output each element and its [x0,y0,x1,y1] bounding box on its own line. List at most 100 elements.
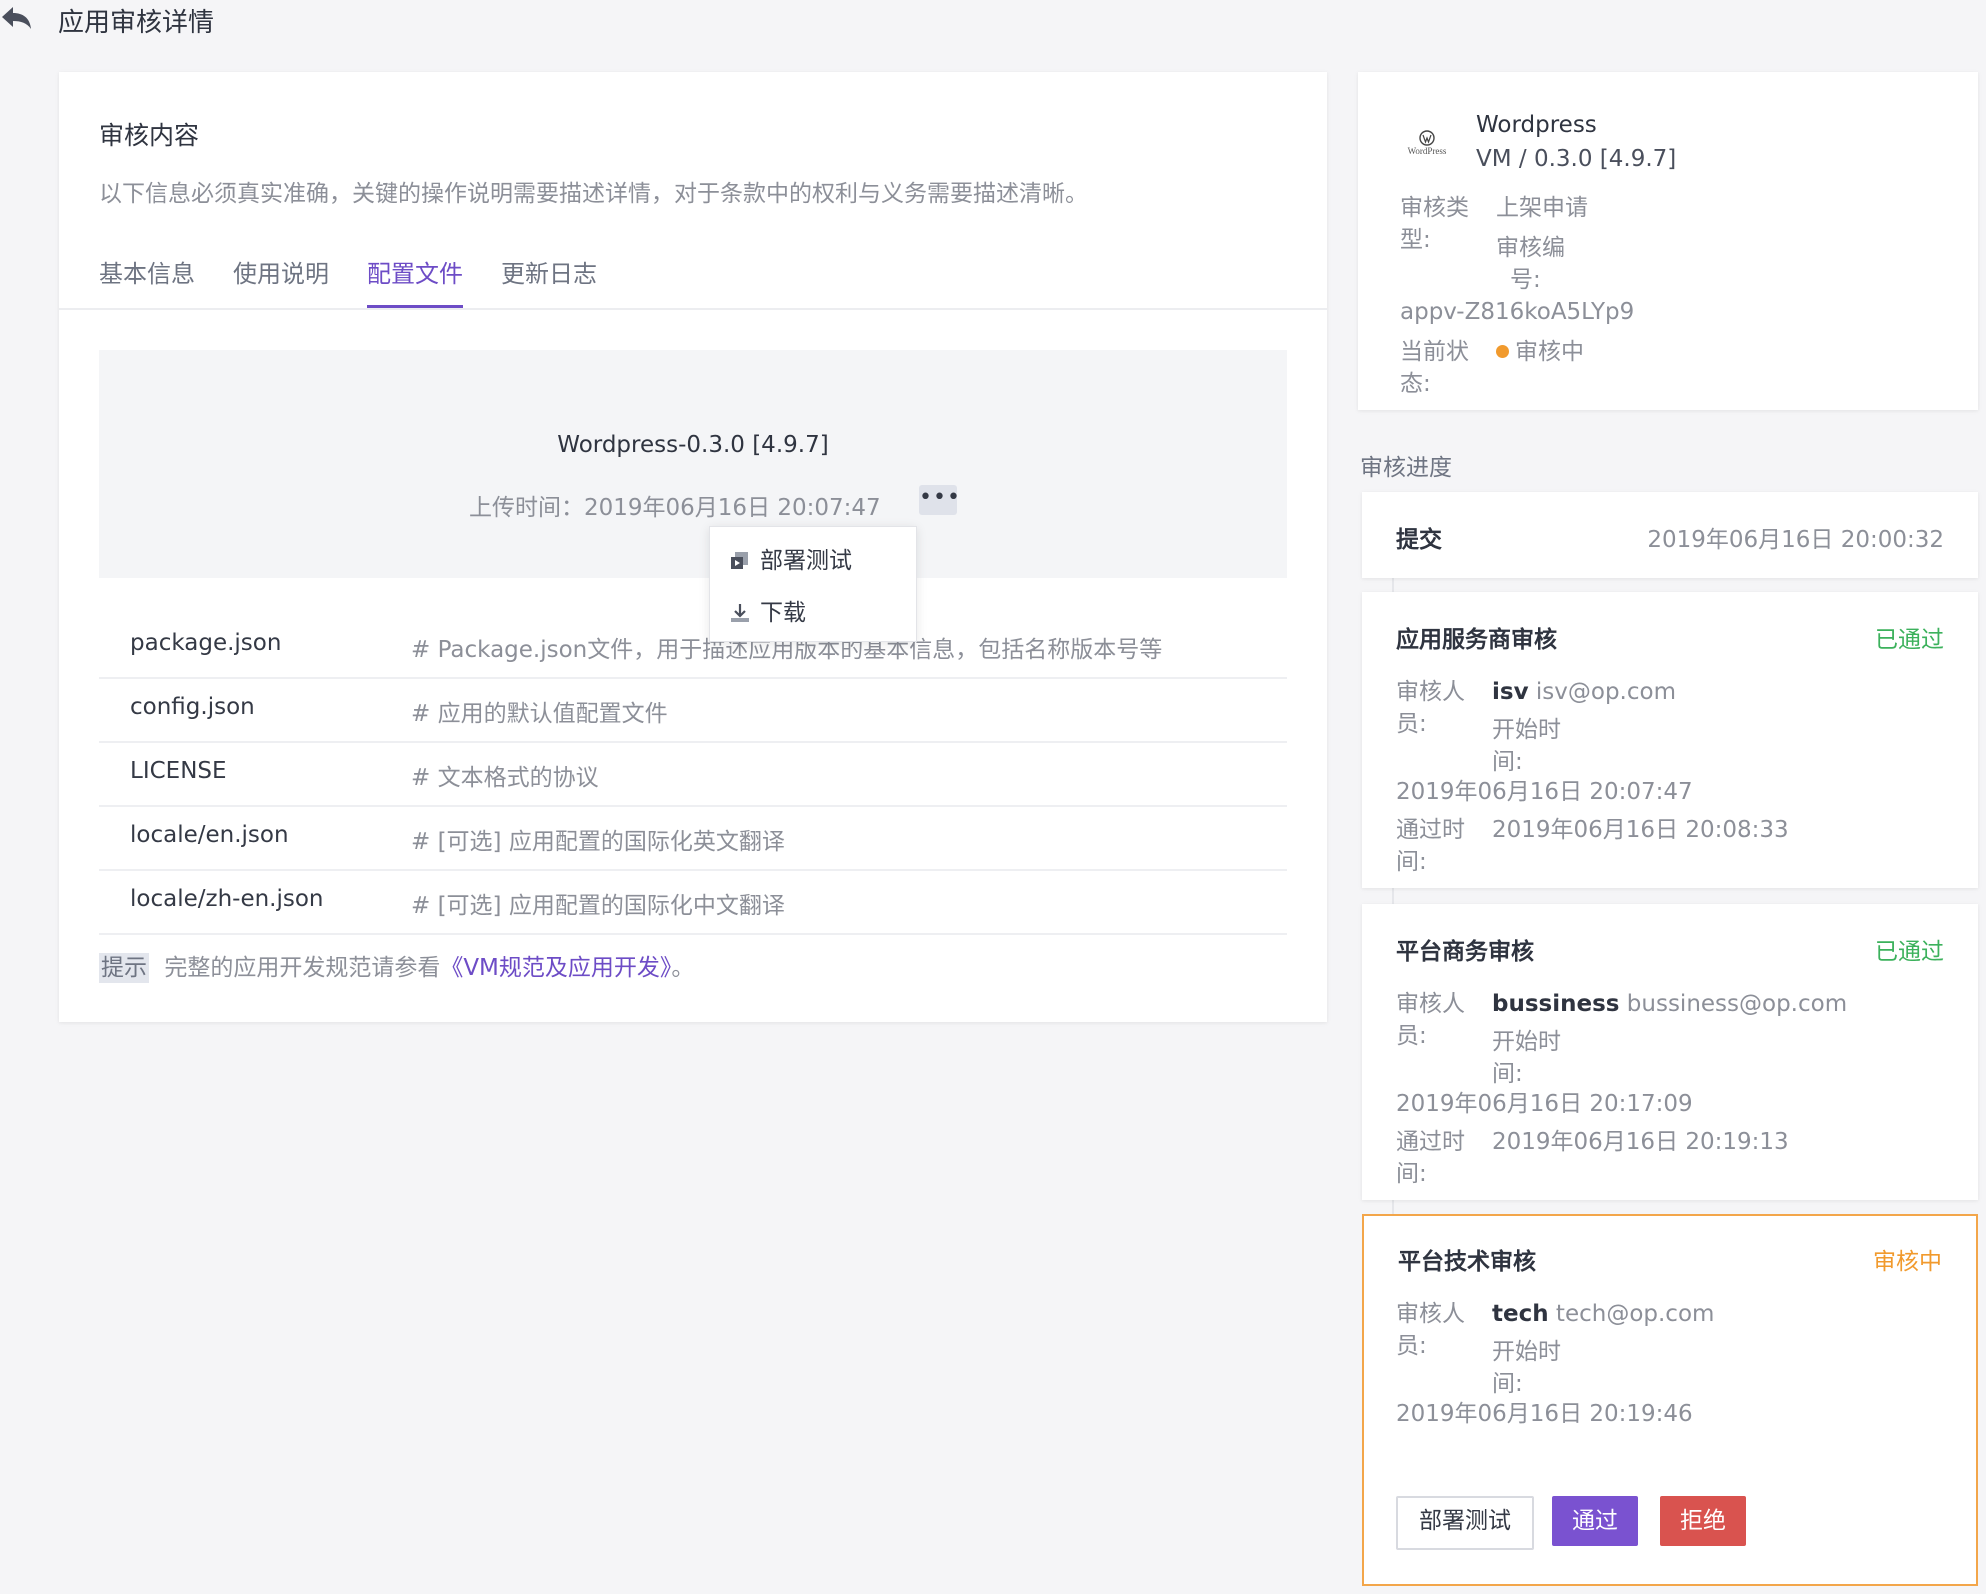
file-name: package.json [130,630,282,656]
label-line: 间: [1396,849,1427,875]
upload-time: 上传时间：2019年06月16日 20:07:47 [469,488,881,522]
review-type-value: 上架申请 [1496,195,1588,221]
label-line: 通过时 [1396,1129,1465,1155]
step-title: 应用服务商审核 [1396,627,1557,653]
reject-button[interactable]: 拒绝 [1660,1496,1746,1546]
tip-badge: 提示 [99,953,149,983]
review-type-label: 审核类 型: [1400,192,1476,256]
upload-time-label: 上传时间： [469,495,584,521]
package-name: Wordpress-0.3.0 [4.9.7] [557,432,829,458]
reviewer-name: isv [1492,679,1529,705]
reviewer-email: tech@op.com [1555,1301,1715,1327]
approve-button[interactable]: 通过 [1552,1496,1638,1546]
spec-link[interactable]: 《VM规范及应用开发》 [440,955,671,981]
start-time-value: 2019年06月16日 20:07:47 [1396,779,1693,805]
step-status-badge: 已通过 [1875,627,1944,653]
progress-title: 审核进度 [1360,455,1452,481]
deploy-test-button[interactable]: 部署测试 [1396,1496,1534,1550]
reviewer-value: tech tech@op.com [1492,1298,1714,1330]
tab-config-files[interactable]: 配置文件 [367,254,463,289]
app-name: Wordpress [1476,112,1597,138]
tab-basic-info[interactable]: 基本信息 [99,254,195,289]
reviewer-label: 审核人 员: [1396,1298,1472,1362]
label-line: 型: [1400,227,1431,253]
reviewer-email: bussiness@op.com [1626,991,1848,1017]
label-line: 通过时 [1396,817,1465,843]
label-line: 间: [1492,749,1523,775]
label-line: 员: [1396,711,1427,737]
app-logo: WordPress [1396,130,1458,162]
file-row: config.json # 应用的默认值配置文件 [99,678,1287,743]
current-status-label: 当前状 态: [1400,336,1476,400]
tip-text: 完整的应用开发规范请参看 [164,955,441,981]
start-time-value: 2019年06月16日 20:17:09 [1396,1091,1693,1117]
start-time-label: 开始时 间: [1492,1336,1568,1400]
label-line: 审核人 [1396,1301,1465,1327]
step-time: 2019年06月16日 20:00:32 [1647,527,1944,553]
file-row: locale/zh-en.json # [可选] 应用配置的国际化中文翻译 [99,870,1287,935]
more-actions-menu: 部署测试 下载 [709,526,917,642]
status-text: 审核中 [1515,339,1584,365]
step-isv-review: 应用服务商审核 已通过 审核人 员: isv isv@op.com 开始时 间:… [1362,592,1978,888]
label-line: 当前状 [1400,339,1469,365]
wordpress-logo-icon [1419,130,1435,146]
status-dot [1496,345,1509,358]
file-name: LICENSE [130,758,227,784]
review-id-value: appv-Z816koA5LYp9 [1400,299,1635,325]
step-status-badge: 已通过 [1875,939,1944,965]
reviewer-value: bussiness bussiness@op.com [1492,988,1847,1020]
pass-time-label: 通过时 间: [1396,814,1472,878]
file-description: # 文本格式的协议 [411,765,599,791]
page-title: 应用审核详情 [58,8,215,38]
label-line: 审核编 [1496,235,1565,261]
label-line: 开始时 [1492,717,1561,743]
tab-changelog[interactable]: 更新日志 [501,254,597,289]
menu-item-download[interactable]: 下载 [730,593,806,627]
pass-time-label: 通过时 间: [1396,1126,1472,1190]
more-actions-button[interactable]: ••• [919,485,960,515]
file-description: # [可选] 应用配置的国际化中文翻译 [411,893,785,919]
menu-item-label: 部署测试 [760,548,852,574]
start-time-value: 2019年06月16日 20:19:46 [1396,1401,1693,1427]
step-title: 平台商务审核 [1396,939,1534,965]
reviewer-label: 审核人 员: [1396,988,1472,1052]
tip-suffix: 。 [671,955,695,981]
back-arrow-icon [2,7,31,29]
reviewer-value: isv isv@op.com [1492,676,1676,708]
file-description: # [可选] 应用配置的国际化英文翻译 [411,829,785,855]
review-content-card: 审核内容 以下信息必须真实准确，关键的操作说明需要描述详情，对于条款中的权利与义… [59,72,1327,1022]
back-button[interactable] [0,4,40,38]
start-time-label: 开始时 间: [1492,1026,1568,1090]
current-status-value: 审核中 [1496,336,1584,368]
reviewer-name: tech [1492,1301,1549,1327]
section-title: 审核内容 [99,121,200,150]
file-row: package.json # Package.json文件，用于描述应用版本的基… [99,614,1287,679]
label-line: 员: [1396,1023,1427,1049]
section-description: 以下信息必须真实准确，关键的操作说明需要描述详情，对于条款中的权利与义务需要描述… [99,181,1088,207]
menu-item-deploy-test[interactable]: 部署测试 [730,541,852,575]
step-status-badge: 审核中 [1873,1249,1942,1275]
active-tab-indicator [367,305,463,308]
pass-time-value: 2019年06月16日 20:19:13 [1492,1129,1789,1155]
review-id-label: 审核编 号: [1496,232,1572,296]
app-info-card: WordPress Wordpress VM / 0.3.0 [4.9.7] 审… [1358,72,1978,410]
pass-time-value: 2019年06月16日 20:08:33 [1492,817,1789,843]
package-panel: Wordpress-0.3.0 [4.9.7] 上传时间：2019年06月16日… [99,350,1287,578]
step-submit: 提交 2019年06月16日 20:00:32 [1362,492,1978,578]
label-line: 开始时 [1492,1029,1561,1055]
tab-usage[interactable]: 使用说明 [233,254,329,289]
file-name: locale/zh-en.json [130,886,324,912]
upload-time-value: 2019年06月16日 20:07:47 [584,495,881,521]
file-name: config.json [130,694,255,720]
file-name: locale/en.json [130,822,289,848]
reviewer-label: 审核人 员: [1396,676,1472,740]
file-row: LICENSE # 文本格式的协议 [99,742,1287,807]
label-line: 审核人 [1396,991,1465,1017]
label-line: 号: [1510,267,1541,293]
step-tech-review: 平台技术审核 审核中 审核人 员: tech tech@op.com 开始时 间… [1362,1214,1978,1586]
file-description: # 应用的默认值配置文件 [411,701,668,727]
download-icon [731,604,749,622]
deploy-icon [731,552,748,569]
step-title: 提交 [1396,527,1442,553]
reviewer-name: bussiness [1492,991,1620,1017]
